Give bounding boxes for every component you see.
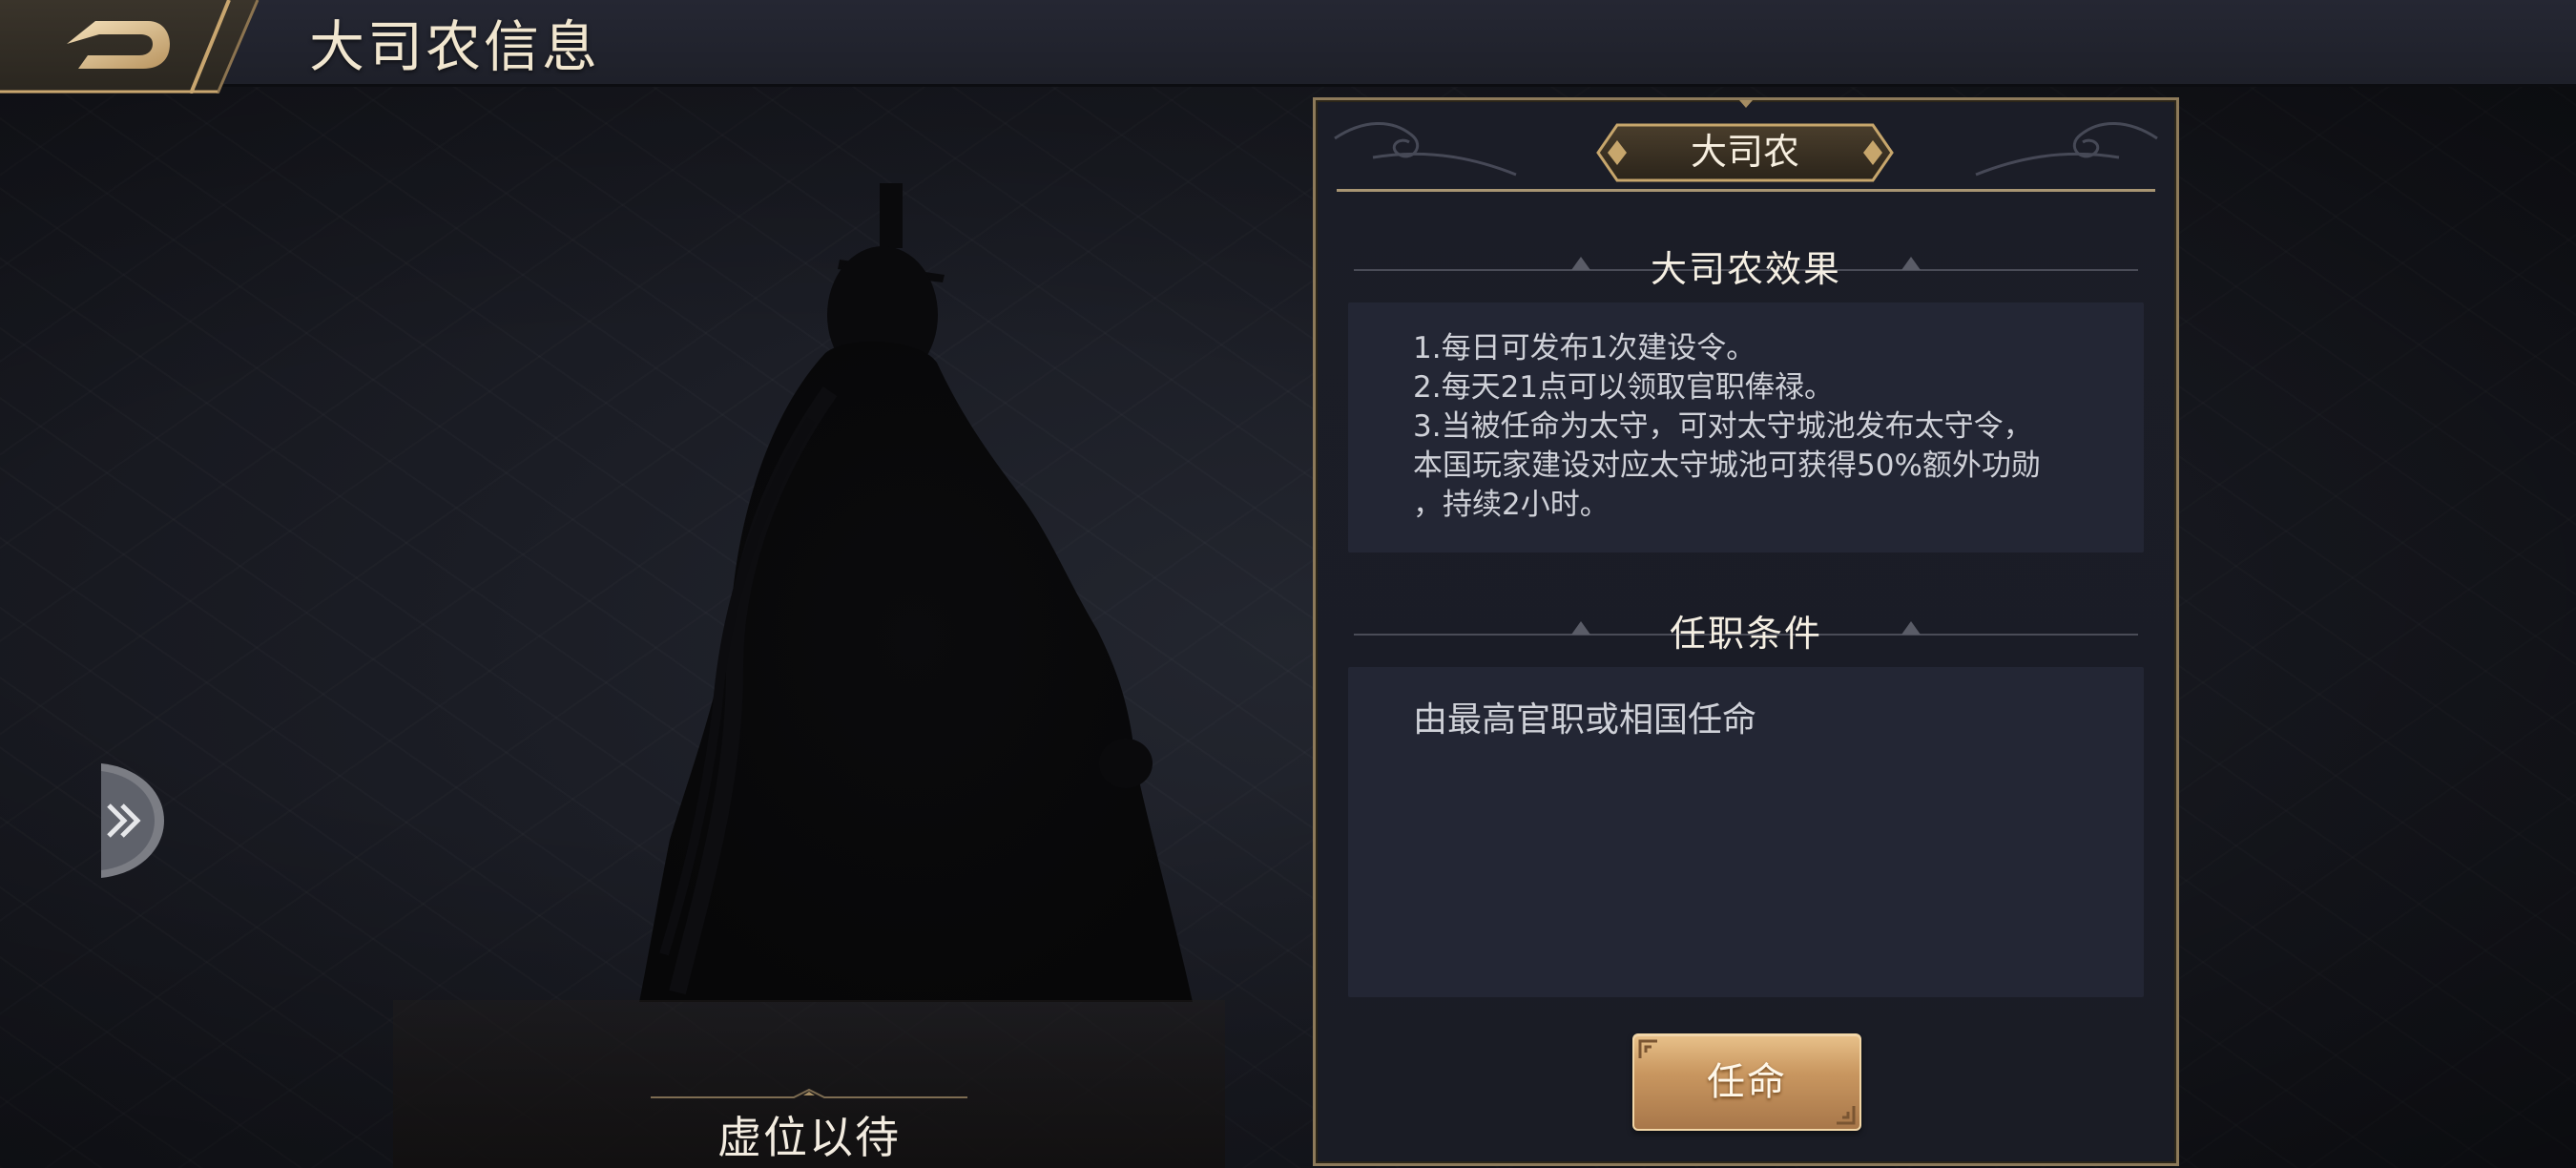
condition-section-title: 任职条件 [1669, 613, 1822, 655]
appoint-button-label: 任命 [1707, 1060, 1787, 1104]
effect-line: 1.每日可发布1次建设令。 [1413, 331, 1756, 365]
effect-line: 2.每天21点可以领取官职俸禄。 [1413, 370, 1835, 405]
game-screen: 大司农信息 虚位以待 大司农 大司农效果 1.每日可发布1次建设令。 2.每天2… [0, 0, 2576, 1168]
info-panel: 大司农 大司农效果 1.每日可发布1次建设令。 2.每天21点可以领取官职俸禄。… [1313, 97, 2179, 1166]
background-vignette [0, 0, 2576, 1168]
expand-panel-button[interactable] [101, 763, 164, 878]
effect-textbox: 1.每日可发布1次建设令。 2.每天21点可以领取官职俸禄。 3.当被任命为太守… [1348, 302, 2144, 553]
name-divider [651, 1088, 967, 1098]
page-title: 大司农信息 [309, 14, 601, 79]
name-plate: 虚位以待 [393, 1000, 1225, 1168]
official-name: 虚位以待 [717, 1112, 901, 1163]
condition-text: 由最高官职或相国任命 [1413, 700, 1757, 740]
effect-section-title: 大司农效果 [1650, 248, 1841, 290]
header-divider [1337, 189, 2155, 192]
back-button[interactable] [0, 0, 267, 94]
effect-line: ，持续2小时。 [1413, 488, 1610, 522]
badge-title: 大司农 [1690, 131, 1799, 173]
effect-line: 3.当被任命为太守，可对太守城池发布太守令， [1413, 409, 2033, 444]
condition-textbox: 由最高官职或相国任命 [1348, 667, 2144, 997]
effect-line: 本国玩家建设对应太守城池可获得50%额外功勋 [1413, 448, 2041, 483]
official-silhouette [639, 183, 1193, 1002]
appoint-button[interactable]: 任命 [1632, 1033, 1861, 1131]
